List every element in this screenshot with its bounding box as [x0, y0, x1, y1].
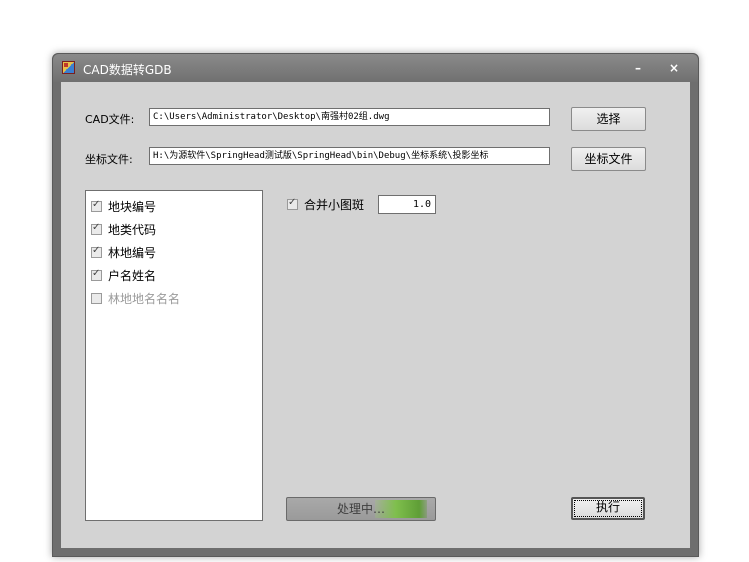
minimize-button[interactable]: – [625, 58, 651, 78]
cad-file-input[interactable]: C:\Users\Administrator\Desktop\南强村02组.dw… [149, 108, 550, 126]
title-bar[interactable]: CAD数据转GDB – × [53, 54, 698, 82]
progress-text: 处理中… [336, 502, 385, 516]
checkbox-icon[interactable] [91, 268, 102, 281]
list-item[interactable]: 林地编号 [91, 244, 156, 262]
checkbox-icon[interactable] [91, 199, 102, 212]
field-checklist[interactable]: 地块编号 地类代码 林地编号 户名姓名 林地地名名名 [85, 190, 263, 521]
merge-small-patches-checkbox[interactable]: 合并小图斑 [287, 196, 364, 213]
checkbox-icon[interactable] [91, 222, 102, 235]
form-body: CAD文件: C:\Users\Administrator\Desktop\南强… [61, 82, 690, 548]
window-title: CAD数据转GDB [83, 63, 172, 77]
field-label: 林地编号 [108, 246, 157, 260]
list-item[interactable]: 地块编号 [91, 198, 156, 216]
coord-file-label: 坐标文件: [85, 153, 133, 166]
merge-threshold-input[interactable]: 1.0 [378, 195, 436, 214]
checkbox-icon [91, 293, 102, 304]
list-item: 林地地名名名 [91, 290, 180, 308]
checkbox-icon[interactable] [91, 245, 102, 258]
coord-file-input[interactable]: H:\为源软件\SpringHead测试版\SpringHead\bin\Deb… [149, 147, 550, 165]
field-label: 地块编号 [108, 200, 157, 214]
checkbox-icon[interactable] [287, 197, 298, 210]
main-window: CAD数据转GDB – × CAD文件: C:\Users\Administra… [52, 53, 699, 557]
app-icon [62, 61, 75, 74]
merge-label: 合并小图斑 [304, 198, 365, 212]
list-item[interactable]: 户名姓名 [91, 267, 156, 285]
field-label: 户名姓名 [108, 269, 157, 283]
field-label: 地类代码 [108, 223, 157, 237]
close-button[interactable]: × [661, 58, 687, 78]
list-item[interactable]: 地类代码 [91, 221, 156, 239]
cad-file-label: CAD文件: [85, 113, 135, 126]
select-cad-button[interactable]: 选择 [571, 107, 646, 131]
coord-file-button[interactable]: 坐标文件 [571, 147, 646, 171]
progress-button: 处理中… [286, 497, 436, 521]
field-label: 林地地名名名 [108, 292, 181, 306]
execute-button[interactable]: 执行 [571, 497, 645, 520]
